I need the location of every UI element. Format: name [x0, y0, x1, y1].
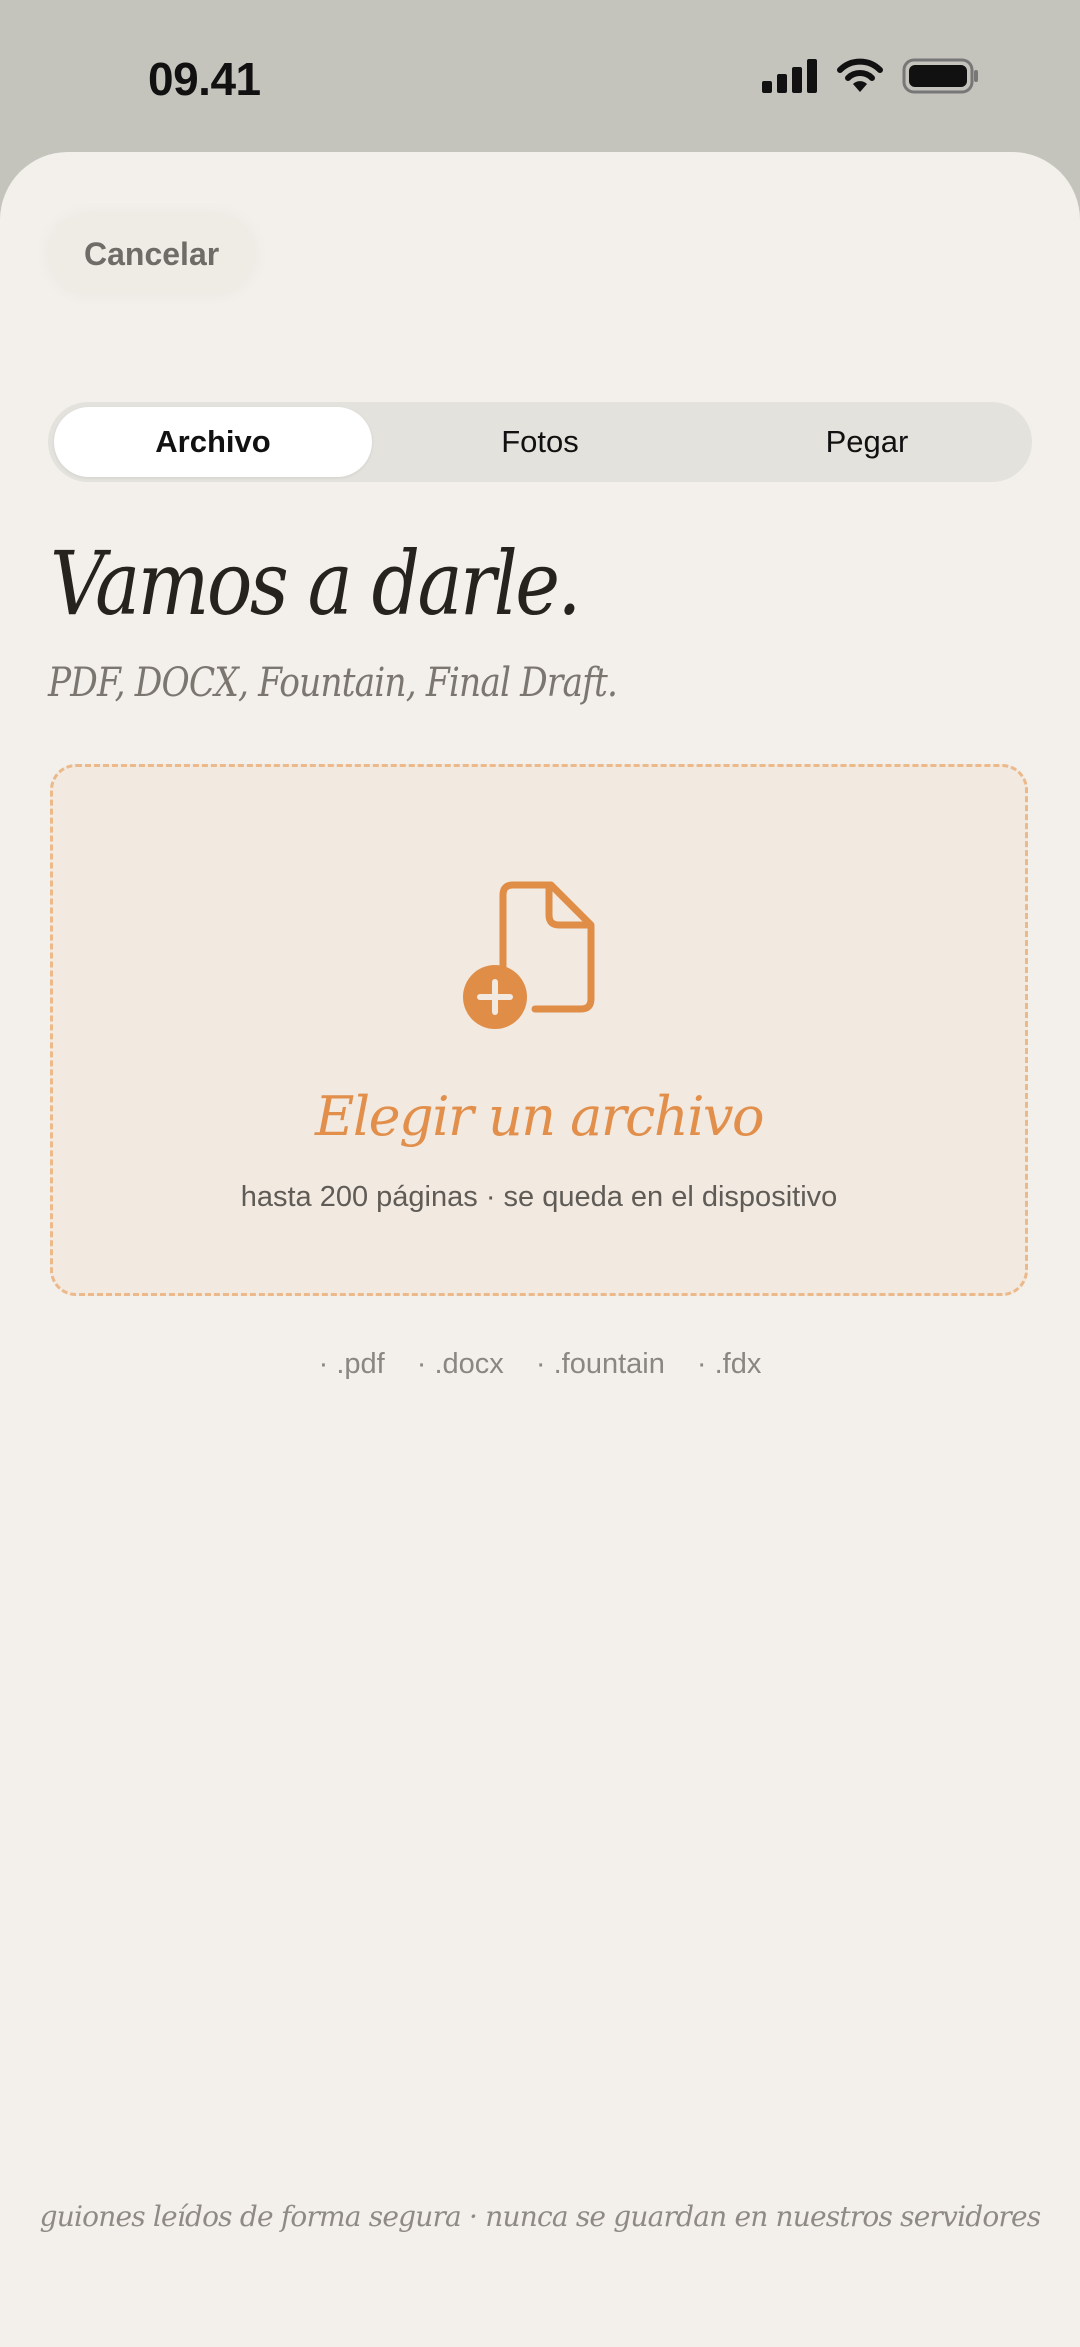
wifi-icon: [837, 58, 883, 92]
page-subtitle: PDF, DOCX, Fountain, Final Draft.: [48, 660, 618, 706]
format-docx: · .docx: [416, 1348, 504, 1380]
status-time: 09.41: [148, 53, 261, 105]
format-fountain: · .fountain: [535, 1348, 665, 1380]
privacy-note: guiones leídos de forma segura · nunca s…: [39, 2200, 1041, 2233]
supported-formats: · .pdf · .docx · .fountain · .fdx: [0, 1348, 1080, 1381]
status-bar: 09.41: [0, 0, 1080, 152]
format-pdf: · .pdf: [318, 1348, 385, 1380]
format-fdx: · .fdx: [696, 1348, 762, 1380]
import-sheet: Cancelar Archivo Fotos Pegar Vamos a dar…: [0, 152, 1080, 2347]
dropzone-hint: hasta 200 páginas · se queda en el dispo…: [240, 1181, 838, 1213]
page-title: Vamos a darle.: [50, 532, 581, 635]
tab-pegar[interactable]: Pegar: [708, 407, 1026, 477]
battery-icon: [902, 58, 978, 94]
status-icons: [762, 58, 980, 94]
cancel-button[interactable]: Cancelar: [48, 214, 256, 294]
cellular-signal-icon: [762, 59, 817, 93]
file-dropzone[interactable]: Elegir un archivo hasta 200 páginas · se…: [50, 764, 1028, 1296]
source-segmented-control: Archivo Fotos Pegar: [48, 402, 1032, 482]
tab-archivo[interactable]: Archivo: [54, 407, 372, 477]
file-add-icon: [463, 881, 595, 1029]
tab-fotos[interactable]: Fotos: [381, 407, 699, 477]
choose-file-link[interactable]: Elegir un archivo: [53, 1085, 1025, 1148]
